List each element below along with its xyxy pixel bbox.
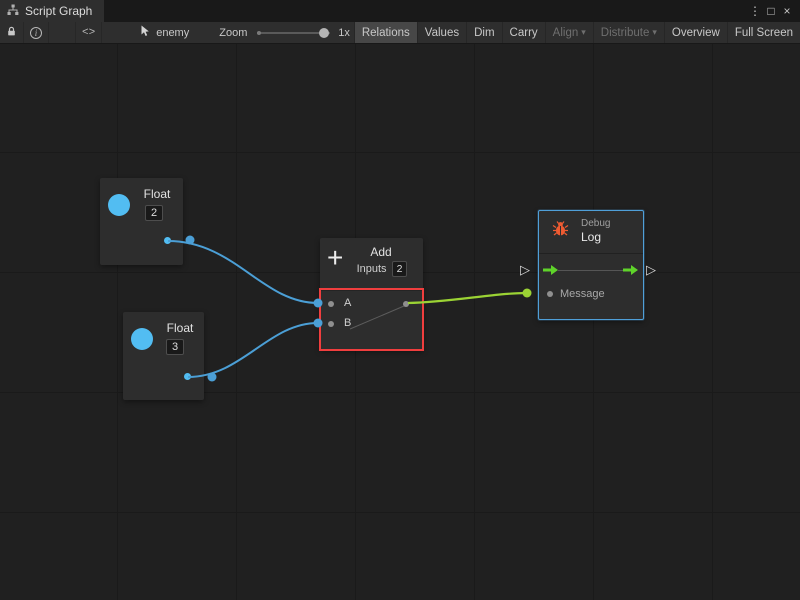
carry-button[interactable]: Carry	[502, 22, 545, 43]
dropdown-arrow-icon: ▾	[581, 27, 586, 38]
selection-highlight	[319, 288, 424, 351]
node-title: Float	[134, 187, 180, 201]
wire-endpoint-dot[interactable]	[186, 236, 195, 245]
float-icon	[108, 194, 130, 216]
zoom-label: Zoom	[219, 27, 247, 39]
graph-name: enemy	[156, 27, 189, 39]
output-port[interactable]	[184, 373, 191, 380]
wire-endpoint-dot[interactable]	[523, 289, 532, 298]
wire-add-to-debug	[408, 293, 527, 303]
wire-float2-to-add	[188, 323, 318, 377]
add-icon: +	[327, 243, 343, 273]
full-screen-button[interactable]: Full Screen	[727, 22, 800, 43]
inputs-label: Inputs	[357, 263, 387, 275]
float-icon	[131, 328, 153, 350]
close-button[interactable]: ×	[779, 0, 795, 22]
zoom-slider-handle[interactable]	[319, 28, 329, 38]
float-value-field[interactable]: 2	[145, 205, 163, 221]
dim-button[interactable]: Dim	[466, 22, 501, 43]
distribute-button[interactable]: Distribute ▾	[593, 22, 664, 43]
window-menu-button[interactable]: ⋮	[747, 0, 763, 22]
float-node-2[interactable]: Float 3	[123, 312, 204, 400]
align-button[interactable]: Align ▾	[545, 22, 593, 43]
float-value-field[interactable]: 3	[166, 339, 184, 355]
graph-toolbar: i <> enemy Zoom 1x Relations Values Dim …	[0, 22, 800, 44]
message-port-label: Message	[560, 288, 605, 300]
zoom-slider-tick	[257, 31, 261, 35]
node-category: Debug	[581, 218, 610, 229]
tab-script-graph[interactable]: Script Graph	[0, 0, 104, 22]
debug-log-node[interactable]: Debug Log Message	[538, 210, 644, 320]
overview-button[interactable]: Overview	[664, 22, 727, 43]
node-title: Log	[581, 230, 601, 244]
cursor-icon	[140, 25, 150, 40]
output-port[interactable]	[164, 237, 171, 244]
wire-float1-to-add	[168, 241, 318, 303]
info-button[interactable]: i	[24, 22, 49, 43]
flow-connector-left-icon[interactable]: ▷	[520, 263, 530, 277]
flow-input-arrow-icon[interactable]	[543, 264, 559, 276]
bug-icon	[552, 220, 569, 237]
info-icon: i	[30, 27, 42, 39]
node-title: Float	[157, 321, 203, 335]
window-controls: ⋮ □ ×	[747, 0, 800, 22]
lock-button[interactable]	[0, 22, 24, 43]
flow-connector-right-icon[interactable]: ▷	[646, 263, 656, 277]
message-port[interactable]	[547, 291, 553, 297]
add-node[interactable]: + Add Inputs 2 A B	[320, 238, 423, 350]
dropdown-arrow-icon: ▾	[652, 27, 657, 38]
lock-icon	[6, 26, 17, 40]
node-title: Add	[350, 245, 412, 259]
script-graph-icon	[7, 4, 19, 19]
zoom-value: 1x	[338, 27, 350, 39]
inputs-row: Inputs 2	[348, 261, 416, 277]
relations-button[interactable]: Relations	[354, 22, 417, 43]
titlebar-spacer	[104, 0, 747, 22]
graph-canvas[interactable]: Float 2 Float 3 + Add Inputs 2 A B	[0, 44, 800, 600]
flow-output-arrow-icon[interactable]	[623, 264, 639, 276]
zoom-slider[interactable]	[257, 32, 330, 34]
float-node-1[interactable]: Float 2	[100, 178, 183, 265]
window-titlebar: Script Graph ⋮ □ ×	[0, 0, 800, 22]
graph-breadcrumb[interactable]: enemy	[140, 22, 189, 43]
tab-title: Script Graph	[25, 4, 92, 18]
wire-endpoint-dot[interactable]	[208, 373, 217, 382]
maximize-button[interactable]: □	[763, 0, 779, 22]
inputs-count-field[interactable]: 2	[392, 261, 408, 277]
flow-relation-line	[558, 270, 624, 271]
code-icon: <>	[82, 27, 95, 39]
node-divider	[539, 253, 643, 254]
code-view-button[interactable]: <>	[75, 22, 102, 43]
values-button[interactable]: Values	[417, 22, 466, 43]
toolbar-right-group: Relations Values Dim Carry Align ▾ Distr…	[354, 22, 800, 43]
